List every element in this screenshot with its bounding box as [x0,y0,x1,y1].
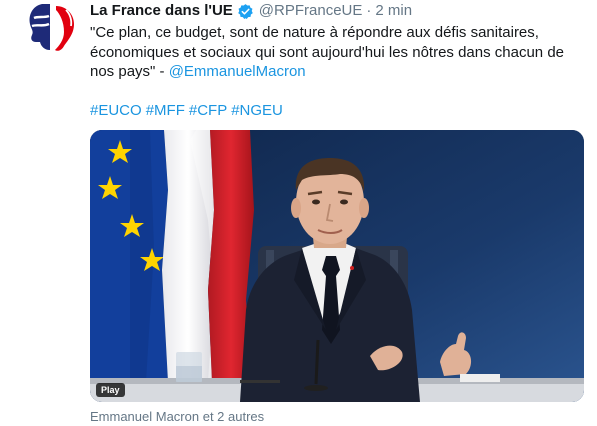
author-name[interactable]: La France dans l'UE [90,0,233,22]
hashtag-list: #EUCO #MFF #CFP #NGEU [90,101,590,121]
tweet-content: La France dans l'UE @RPFranceUE · 2 min … [90,0,590,120]
tweet-header: La France dans l'UE @RPFranceUE · 2 min [90,0,590,22]
hashtag-cfp[interactable]: #CFP [189,102,227,119]
verified-badge-icon [237,3,254,20]
tweet[interactable]: La France dans l'UE @RPFranceUE · 2 min … [0,0,597,426]
marianne-logo-icon [29,4,74,51]
hashtag-ngeu[interactable]: #NGEU [231,102,283,119]
video-play-badge[interactable]: Play [96,383,125,397]
tweet-time[interactable]: 2 min [375,0,412,22]
tweet-quote: "Ce plan, ce budget, sont de nature à ré… [90,24,565,80]
author-handle[interactable]: @RPFranceUE [259,0,363,22]
separator-dot: · [366,2,372,19]
tweet-text: "Ce plan, ce budget, sont de nature à ré… [90,23,590,82]
tweet-video[interactable]: Play [90,130,584,402]
tagged-users[interactable]: Emmanuel Macron et 2 autres [90,409,264,425]
avatar[interactable] [22,0,84,56]
hashtag-mff[interactable]: #MFF [146,102,185,119]
video-frame [90,130,584,402]
hashtag-euco[interactable]: #EUCO [90,102,142,119]
mention-link[interactable]: @EmmanuelMacron [169,63,306,80]
